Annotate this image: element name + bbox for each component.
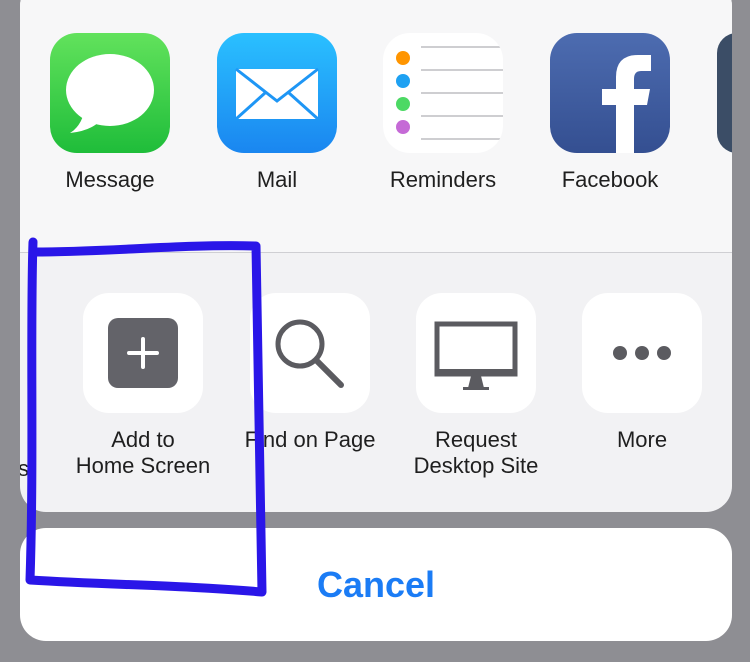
mail-icon	[234, 67, 320, 121]
action-add-label-1: Add to	[111, 427, 175, 452]
ellipsis-icon	[613, 346, 671, 360]
plus-square-icon	[108, 318, 178, 388]
action-request-desktop-site[interactable]	[416, 293, 536, 413]
app-mail-label: Mail	[256, 167, 298, 192]
divider	[20, 252, 732, 253]
action-request-label-2: Desktop Site	[413, 453, 539, 478]
action-add-label-2: Home Screen	[75, 453, 211, 478]
app-reminders-label: Reminders	[389, 167, 497, 192]
desktop-icon	[434, 321, 518, 390]
message-icon	[66, 54, 154, 133]
action-more-label: More	[616, 427, 668, 452]
app-partial[interactable]	[717, 33, 732, 153]
app-facebook-label: Facebook	[561, 167, 659, 192]
share-sheet: Message Mail Reminders Facebook st Add t…	[20, 0, 732, 512]
app-mail[interactable]	[217, 33, 337, 153]
cancel-button[interactable]: Cancel	[20, 528, 732, 641]
cancel-label: Cancel	[316, 564, 436, 605]
reminders-icon	[396, 46, 503, 140]
facebook-icon	[602, 55, 651, 153]
action-find-on-page[interactable]	[250, 293, 370, 413]
action-request-label-1: Request	[435, 427, 517, 452]
magnifier-icon	[275, 319, 344, 388]
app-message[interactable]	[50, 33, 170, 153]
action-partial-label: st	[20, 456, 36, 481]
action-find-label: Find on Page	[244, 427, 376, 452]
app-message-label: Message	[65, 167, 155, 192]
action-more[interactable]	[582, 293, 702, 413]
app-facebook[interactable]	[550, 33, 670, 153]
app-reminders[interactable]	[383, 33, 503, 153]
action-add-to-home-screen[interactable]	[83, 293, 203, 413]
